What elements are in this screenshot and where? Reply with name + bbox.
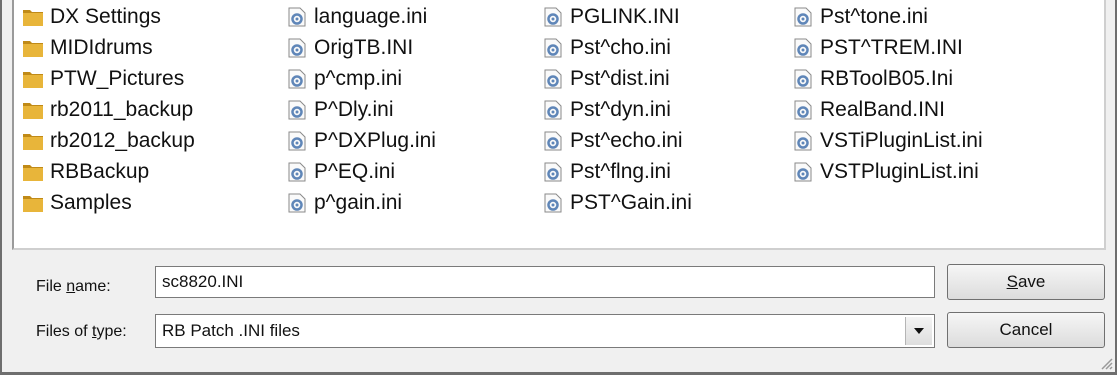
folder-icon — [22, 6, 44, 28]
file-item[interactable]: p^gain.ini — [286, 188, 402, 218]
file-item[interactable]: PST^TREM.INI — [792, 33, 963, 63]
ini-file-icon — [286, 68, 308, 90]
folder-icon — [22, 192, 44, 214]
folder-item[interactable]: rb2012_backup — [22, 126, 195, 156]
ini-file-icon — [286, 99, 308, 121]
item-label: Pst^dyn.ini — [570, 98, 671, 121]
ini-file-icon — [792, 6, 814, 28]
ini-file-icon — [542, 161, 564, 183]
ini-file-icon — [542, 6, 564, 28]
item-label: p^cmp.ini — [314, 67, 403, 90]
file-item[interactable]: Pst^dyn.ini — [542, 95, 671, 125]
item-label: OrigTB.INI — [314, 36, 414, 59]
file-name-input[interactable]: sc8820.INI — [155, 266, 935, 298]
file-item[interactable]: language.ini — [286, 2, 427, 32]
folder-item[interactable]: Samples — [22, 188, 132, 218]
ini-file-icon — [792, 68, 814, 90]
resize-grip-icon[interactable] — [1099, 356, 1113, 370]
item-label: Pst^flng.ini — [570, 160, 671, 183]
folder-item[interactable]: MIDIdrums — [22, 33, 153, 63]
item-label: P^DXPlug.ini — [314, 129, 436, 152]
cancel-button[interactable]: Cancel — [947, 312, 1105, 348]
item-label: RBToolB05.Ini — [820, 67, 954, 90]
files-of-type-select[interactable]: RB Patch .INI files — [155, 314, 935, 348]
file-item[interactable]: p^cmp.ini — [286, 64, 402, 94]
item-label: Samples — [50, 191, 132, 214]
item-label: PTW_Pictures — [50, 67, 185, 90]
ini-file-icon — [542, 37, 564, 59]
file-item[interactable]: VSTPluginList.ini — [792, 157, 979, 187]
files-of-type-label: Files of type: — [36, 323, 127, 340]
ini-file-icon — [286, 130, 308, 152]
file-item[interactable]: VSTiPluginList.ini — [792, 126, 983, 156]
ini-file-icon — [792, 37, 814, 59]
item-label: VSTiPluginList.ini — [820, 129, 983, 152]
item-label: Pst^echo.ini — [570, 129, 683, 152]
ini-file-icon — [542, 130, 564, 152]
file-item[interactable]: P^DXPlug.ini — [286, 126, 436, 156]
item-label: RBBackup — [50, 160, 150, 183]
ini-file-icon — [542, 99, 564, 121]
item-label: PST^Gain.ini — [570, 191, 692, 214]
item-label: rb2012_backup — [50, 129, 195, 152]
save-button[interactable]: Save — [947, 264, 1105, 300]
ini-file-icon — [286, 6, 308, 28]
file-item[interactable]: OrigTB.INI — [286, 33, 413, 63]
item-label: DX Settings — [50, 5, 161, 28]
item-label: language.ini — [314, 5, 428, 28]
folder-item[interactable]: rb2011_backup — [22, 95, 193, 125]
file-item[interactable]: P^Dly.ini — [286, 95, 393, 125]
save-dialog: DX Settings MIDIdrums PTW_Pictures rb2011_b… — [0, 0, 1117, 375]
file-item[interactable]: Pst^flng.ini — [542, 157, 671, 187]
file-list[interactable]: DX Settings MIDIdrums PTW_Pictures rb2011_b… — [12, 0, 1106, 250]
file-item[interactable]: Pst^cho.ini — [542, 33, 671, 63]
file-item[interactable]: Pst^tone.ini — [792, 2, 928, 32]
item-label: VSTPluginList.ini — [820, 160, 979, 183]
file-item[interactable]: Pst^dist.ini — [542, 64, 670, 94]
folder-icon — [22, 130, 44, 152]
item-label: RealBand.INI — [820, 98, 945, 121]
ini-file-icon — [286, 161, 308, 183]
folder-icon — [22, 99, 44, 121]
folder-icon — [22, 37, 44, 59]
file-item[interactable]: P^EQ.ini — [286, 157, 395, 187]
item-label: PGLINK.INI — [570, 5, 680, 28]
folder-icon — [22, 68, 44, 90]
chevron-down-icon[interactable] — [905, 317, 932, 345]
file-item[interactable]: RealBand.INI — [792, 95, 945, 125]
item-label: rb2011_backup — [50, 98, 194, 121]
file-item[interactable]: PST^Gain.ini — [542, 188, 692, 218]
folder-item[interactable]: DX Settings — [22, 2, 161, 32]
item-label: P^Dly.ini — [314, 98, 394, 121]
item-label: MIDIdrums — [50, 36, 153, 59]
item-label: PST^TREM.INI — [820, 36, 963, 59]
file-name-value: sc8820.INI — [162, 272, 244, 291]
ini-file-icon — [542, 68, 564, 90]
ini-file-icon — [286, 37, 308, 59]
item-label: P^EQ.ini — [314, 160, 396, 183]
item-label: Pst^tone.ini — [820, 5, 928, 28]
ini-file-icon — [792, 161, 814, 183]
files-of-type-value: RB Patch .INI files — [162, 321, 300, 340]
ini-file-icon — [286, 192, 308, 214]
folder-item[interactable]: RBBackup — [22, 157, 149, 187]
dialog-border-left — [0, 0, 2, 375]
folder-icon — [22, 161, 44, 183]
file-name-label: File name: — [36, 278, 111, 295]
file-item[interactable]: Pst^echo.ini — [542, 126, 683, 156]
ini-file-icon — [542, 192, 564, 214]
ini-file-icon — [792, 130, 814, 152]
item-label: p^gain.ini — [314, 191, 403, 214]
file-item[interactable]: PGLINK.INI — [542, 2, 680, 32]
folder-item[interactable]: PTW_Pictures — [22, 64, 184, 94]
ini-file-icon — [792, 99, 814, 121]
item-label: Pst^dist.ini — [570, 67, 670, 90]
file-item[interactable]: RBToolB05.Ini — [792, 64, 953, 94]
item-label: Pst^cho.ini — [570, 36, 671, 59]
